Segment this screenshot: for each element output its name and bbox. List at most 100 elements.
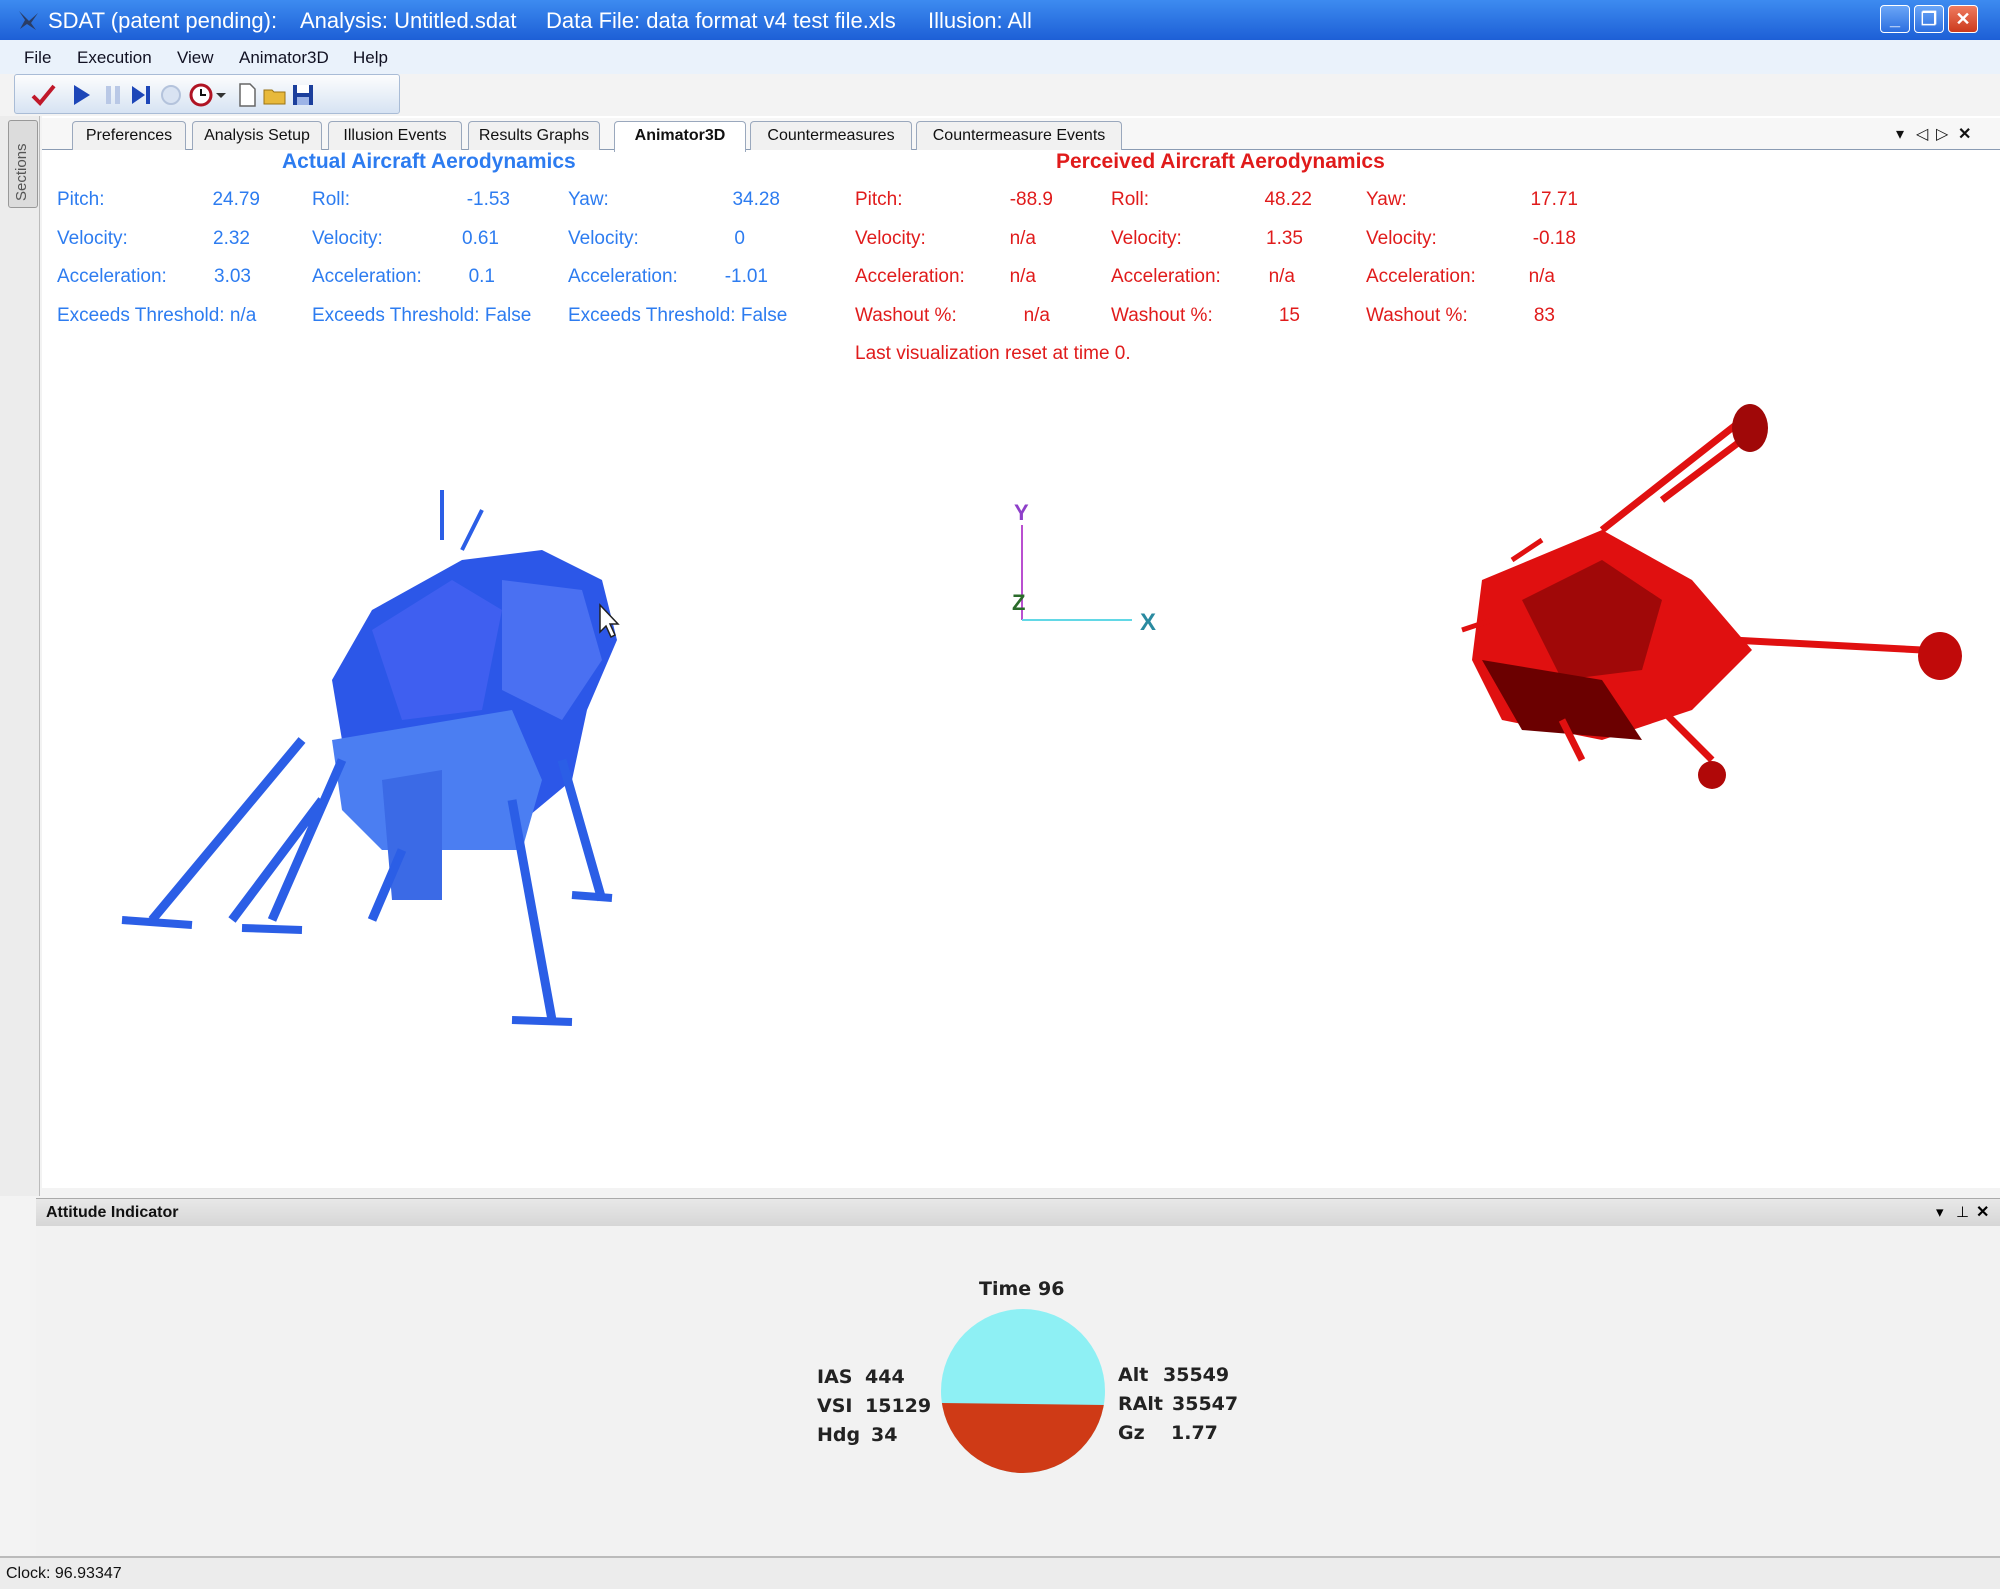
menu-bar: File Execution View Animator3D Help bbox=[0, 40, 2000, 74]
stop-icon[interactable] bbox=[157, 81, 185, 109]
actual-roll-velocity: 0.61 bbox=[462, 228, 499, 249]
perceived-pitch-accel-label: Acceleration: bbox=[855, 266, 965, 287]
perceived-roll-accel-label: Acceleration: bbox=[1111, 266, 1221, 287]
actual-pitch-velocity: 2.32 bbox=[213, 228, 250, 249]
save-icon[interactable] bbox=[289, 81, 317, 109]
actual-roll-threshold: Exceeds Threshold: False bbox=[312, 305, 532, 326]
play-icon[interactable] bbox=[67, 81, 95, 109]
perceived-title: Perceived Aircraft Aerodynamics bbox=[1056, 150, 1385, 173]
perceived-roll-velocity-label: Velocity: bbox=[1111, 228, 1182, 249]
animator3d-viewport[interactable]: Y Z X bbox=[42, 380, 2000, 1180]
perceived-pitch-velocity: n/a bbox=[1009, 228, 1036, 249]
perceived-yaw-velocity-label: Velocity: bbox=[1366, 228, 1437, 249]
new-file-icon[interactable] bbox=[233, 81, 261, 109]
menu-help[interactable]: Help bbox=[353, 48, 388, 68]
actual-yaw-threshold: Exceeds Threshold: False bbox=[568, 305, 788, 326]
tab-list-icon[interactable]: ▾ bbox=[1896, 124, 1904, 144]
pause-icon[interactable] bbox=[99, 81, 127, 109]
actual-yaw-accel-label: Acceleration: bbox=[568, 266, 678, 287]
vsi-label: VSI bbox=[817, 1395, 853, 1417]
perceived-roll-velocity: 1.35 bbox=[1266, 228, 1303, 249]
perceived-pitch-washout: n/a bbox=[1023, 305, 1050, 326]
perceived-yaw-value: 17.71 bbox=[1530, 189, 1578, 210]
perceived-aircraft-model bbox=[1461, 404, 1962, 789]
attitude-panel: Time 96 IAS 444 VSI 15129 Hdg 34 Alt 355… bbox=[36, 1226, 2000, 1556]
attitude-panel-title: Attitude Indicator bbox=[46, 1204, 179, 1221]
panel-menu-icon[interactable]: ▾ bbox=[1936, 1203, 1944, 1221]
actual-roll-velocity-label: Velocity: bbox=[312, 228, 383, 249]
menu-animator3d[interactable]: Animator3D bbox=[239, 48, 329, 68]
tab-scroll-right-icon[interactable]: ▷ bbox=[1936, 124, 1948, 144]
pin-icon[interactable]: ⊥ bbox=[1956, 1203, 1969, 1221]
tab-illusion-events[interactable]: Illusion Events bbox=[328, 121, 462, 150]
dropdown-icon[interactable] bbox=[213, 81, 229, 109]
time-value: 96 bbox=[1038, 1278, 1065, 1300]
tab-animator3d[interactable]: Animator3D bbox=[614, 121, 746, 152]
axis-y-label: Y bbox=[1014, 500, 1029, 525]
clock-readout: Clock: 96.93347 bbox=[6, 1565, 122, 1582]
timer-icon[interactable] bbox=[187, 81, 215, 109]
close-button[interactable]: ✕ bbox=[1948, 5, 1978, 33]
attitude-ground bbox=[941, 1403, 1105, 1473]
perceived-yaw-velocity: -0.18 bbox=[1532, 228, 1576, 249]
menu-view[interactable]: View bbox=[177, 48, 214, 68]
app-icon bbox=[19, 11, 38, 30]
actual-roll-accel: 0.1 bbox=[468, 266, 495, 287]
tab-scroll-left-icon[interactable]: ◁ bbox=[1916, 124, 1928, 144]
restore-icon: ❐ bbox=[1920, 9, 1938, 29]
illusion-title: Illusion: All bbox=[928, 8, 1032, 33]
attitude-ball bbox=[941, 1309, 1105, 1473]
ralt-label: RAlt bbox=[1118, 1393, 1163, 1415]
actual-roll-accel-label: Acceleration: bbox=[312, 266, 422, 287]
actual-pitch-accel-label: Acceleration: bbox=[57, 266, 167, 287]
actual-yaw-velocity-label: Velocity: bbox=[568, 228, 639, 249]
actual-yaw-label: Yaw: bbox=[568, 189, 609, 210]
check-icon[interactable] bbox=[29, 81, 57, 109]
actual-aircraft-model bbox=[121, 490, 617, 1026]
perceived-roll-washout-label: Washout %: bbox=[1111, 305, 1213, 326]
tab-strip: Preferences Analysis Setup Illusion Even… bbox=[42, 118, 2000, 152]
minimize-button[interactable]: _ bbox=[1880, 5, 1910, 33]
open-folder-icon[interactable] bbox=[261, 81, 289, 109]
sections-sidebar: Sections bbox=[0, 116, 40, 1196]
close-icon: ✕ bbox=[1955, 9, 1971, 29]
toolbar bbox=[14, 74, 400, 114]
actual-yaw-value: 34.28 bbox=[732, 189, 780, 210]
perceived-pitch-accel: n/a bbox=[1009, 266, 1036, 287]
restore-button[interactable]: ❐ bbox=[1914, 5, 1944, 33]
perceived-pitch-value: -88.9 bbox=[1009, 189, 1053, 210]
menu-file[interactable]: File bbox=[24, 48, 51, 68]
tab-preferences[interactable]: Preferences bbox=[72, 121, 186, 150]
axis-x-label: X bbox=[1140, 609, 1156, 636]
tab-results-graphs[interactable]: Results Graphs bbox=[468, 121, 600, 150]
axes-gizmo: Y Z X bbox=[1012, 500, 1156, 636]
perceived-pitch-velocity-label: Velocity: bbox=[855, 228, 926, 249]
actual-pitch-label: Pitch: bbox=[57, 189, 105, 210]
attitude-panel-header: Attitude Indicator ▾ ⊥ ✕ bbox=[36, 1198, 2000, 1226]
actual-title: Actual Aircraft Aerodynamics bbox=[282, 150, 576, 173]
menu-execution[interactable]: Execution bbox=[77, 48, 152, 68]
tab-countermeasure-events[interactable]: Countermeasure Events bbox=[916, 121, 1122, 150]
ralt-value: 35547 bbox=[1172, 1393, 1239, 1415]
hdg-label: Hdg bbox=[817, 1424, 861, 1446]
minimize-icon: _ bbox=[1889, 9, 1900, 29]
actual-pitch-accel: 3.03 bbox=[214, 266, 251, 287]
sections-tab[interactable]: Sections bbox=[8, 120, 38, 208]
panel-close-icon[interactable]: ✕ bbox=[1976, 1202, 1989, 1222]
gz-value: 1.77 bbox=[1171, 1422, 1218, 1444]
ias-label: IAS bbox=[817, 1366, 853, 1388]
perceived-yaw-washout: 83 bbox=[1533, 305, 1555, 326]
perceived-pitch-label: Pitch: bbox=[855, 189, 903, 210]
actual-roll-value: -1.53 bbox=[466, 189, 510, 210]
perceived-roll-label: Roll: bbox=[1111, 189, 1150, 210]
actual-yaw-velocity: 0 bbox=[734, 228, 745, 249]
perceived-yaw-washout-label: Washout %: bbox=[1366, 305, 1468, 326]
perceived-roll-washout: 15 bbox=[1278, 305, 1300, 326]
tab-close-icon[interactable]: ✕ bbox=[1958, 124, 1971, 144]
status-bar: Clock: 96.93347 bbox=[0, 1556, 2000, 1589]
tab-analysis-setup[interactable]: Analysis Setup bbox=[192, 121, 322, 150]
step-icon[interactable] bbox=[127, 81, 155, 109]
tab-countermeasures[interactable]: Countermeasures bbox=[750, 121, 912, 150]
analysis-title: Analysis: Untitled.sdat bbox=[300, 8, 517, 33]
alt-value: 35549 bbox=[1163, 1364, 1230, 1386]
